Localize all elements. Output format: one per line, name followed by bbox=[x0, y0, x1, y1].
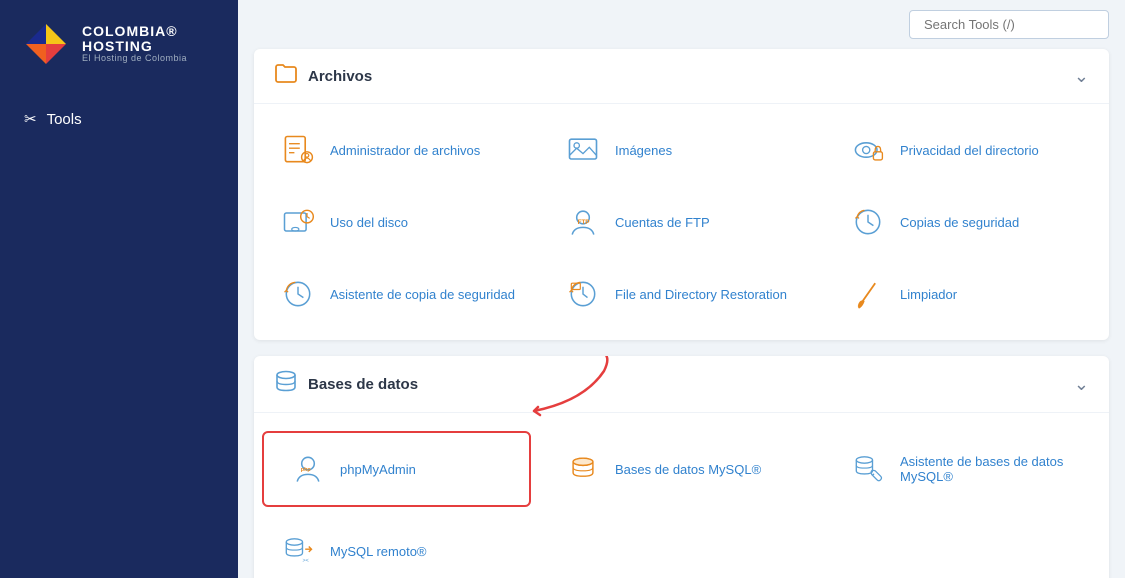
sidebar-tools-label: Tools bbox=[47, 111, 82, 128]
logo-tagline: El Hosting de Colombia bbox=[82, 54, 187, 64]
logo-text: COLOMBIA® HOSTING El Hosting de Colombia bbox=[82, 24, 187, 65]
search-input[interactable] bbox=[909, 10, 1109, 39]
phpmyadmin-wrapper: php phpMyAdmin bbox=[254, 423, 539, 515]
bases-datos-header: Bases de datos ⌄ bbox=[254, 356, 1109, 413]
tool-copias-seguridad[interactable]: Copias de seguridad bbox=[824, 186, 1109, 258]
svg-text:FTP: FTP bbox=[578, 219, 590, 226]
ftp-user-icon: FTP bbox=[563, 202, 603, 242]
tool-mysql-remoto[interactable]: >< MySQL remoto® bbox=[254, 515, 539, 578]
broom-icon bbox=[848, 274, 888, 314]
archivos-body: Administrador de archivos Imágenes bbox=[254, 104, 1109, 340]
wrench-icon: ✂ bbox=[24, 110, 37, 128]
topbar bbox=[238, 0, 1125, 49]
section-archivos: Archivos ⌄ bbox=[254, 49, 1109, 340]
limpiador-label[interactable]: Limpiador bbox=[900, 287, 957, 302]
eye-lock-icon bbox=[848, 130, 888, 170]
svg-text:><: >< bbox=[303, 558, 309, 564]
archivos-title: Archivos bbox=[308, 68, 372, 85]
tool-imagenes[interactable]: Imágenes bbox=[539, 114, 824, 186]
sidebar-menu: ✂ Tools bbox=[0, 88, 238, 150]
tool-uso-disco[interactable]: Uso del disco bbox=[254, 186, 539, 258]
tool-privacidad[interactable]: Privacidad del directorio bbox=[824, 114, 1109, 186]
logo-subtitle: HOSTING bbox=[82, 39, 187, 54]
bases-datos-body: php phpMyAdmin bbox=[254, 413, 1109, 578]
db-remote-icon: >< bbox=[278, 531, 318, 571]
tool-limpiador[interactable]: Limpiador bbox=[824, 258, 1109, 330]
mysql-remoto-label[interactable]: MySQL remoto® bbox=[330, 544, 427, 559]
backup-clock-icon bbox=[848, 202, 888, 242]
folder-icon bbox=[274, 63, 298, 89]
sidebar-item-tools[interactable]: ✂ Tools bbox=[0, 98, 238, 140]
sidebar: COLOMBIA® HOSTING El Hosting de Colombia… bbox=[0, 0, 238, 578]
copias-seguridad-label[interactable]: Copias de seguridad bbox=[900, 215, 1019, 230]
archivos-chevron-icon[interactable]: ⌄ bbox=[1074, 66, 1089, 87]
php-user-icon: php bbox=[288, 449, 328, 489]
database-icon bbox=[274, 370, 298, 398]
archivos-header: Archivos ⌄ bbox=[254, 49, 1109, 104]
tool-admin-archivos[interactable]: Administrador de archivos bbox=[254, 114, 539, 186]
restore-clock-icon bbox=[563, 274, 603, 314]
imagenes-label[interactable]: Imágenes bbox=[615, 143, 672, 158]
phpmyadmin-label[interactable]: phpMyAdmin bbox=[340, 462, 416, 477]
cuentas-ftp-label[interactable]: Cuentas de FTP bbox=[615, 215, 710, 230]
admin-archivos-label[interactable]: Administrador de archivos bbox=[330, 143, 480, 158]
content-area: Archivos ⌄ bbox=[238, 49, 1125, 578]
tool-asistente-mysql[interactable]: Asistente de bases de datos MySQL® bbox=[824, 423, 1109, 515]
mysql-db-label[interactable]: Bases de datos MySQL® bbox=[615, 462, 761, 477]
backup-clock2-icon bbox=[278, 274, 318, 314]
asistente-mysql-label[interactable]: Asistente de bases de datos MySQL® bbox=[900, 454, 1085, 484]
tool-mysql-db[interactable]: Bases de datos MySQL® bbox=[539, 423, 824, 515]
asistente-copia-label[interactable]: Asistente de copia de seguridad bbox=[330, 287, 515, 302]
privacidad-label[interactable]: Privacidad del directorio bbox=[900, 143, 1039, 158]
logo-title: COLOMBIA® bbox=[82, 24, 187, 39]
db-wrench-icon bbox=[848, 449, 888, 489]
disk-clock-icon bbox=[278, 202, 318, 242]
bases-datos-title: Bases de datos bbox=[308, 376, 418, 393]
file-restoration-label[interactable]: File and Directory Restoration bbox=[615, 287, 787, 302]
tool-phpmyadmin[interactable]: php phpMyAdmin bbox=[262, 431, 531, 507]
tool-cuentas-ftp[interactable]: FTP Cuentas de FTP bbox=[539, 186, 824, 258]
svg-text:php: php bbox=[301, 467, 312, 473]
db-stack-icon bbox=[563, 449, 603, 489]
logo-icon bbox=[20, 18, 72, 70]
file-user-icon bbox=[278, 130, 318, 170]
tool-file-restoration[interactable]: File and Directory Restoration bbox=[539, 258, 824, 330]
tool-asistente-copia[interactable]: Asistente de copia de seguridad bbox=[254, 258, 539, 330]
uso-disco-label[interactable]: Uso del disco bbox=[330, 215, 408, 230]
section-bases-datos: Bases de datos ⌄ bbox=[254, 356, 1109, 578]
logo-area: COLOMBIA® HOSTING El Hosting de Colombia bbox=[0, 0, 207, 88]
bases-datos-chevron-icon[interactable]: ⌄ bbox=[1074, 374, 1089, 395]
main-content: Archivos ⌄ bbox=[238, 0, 1125, 578]
image-icon bbox=[563, 130, 603, 170]
